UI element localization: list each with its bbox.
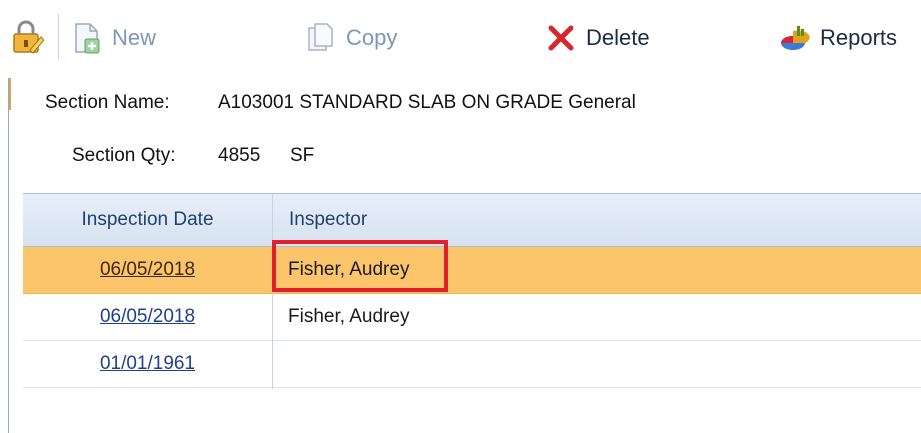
inspection-date-link[interactable]: 06/05/2018 <box>100 306 195 328</box>
copy-label: Copy <box>346 25 398 50</box>
reports-chart-icon <box>781 26 810 50</box>
inspector-cell[interactable] <box>273 341 888 387</box>
table-row[interactable]: 01/01/1961 <box>23 341 921 388</box>
new-document-icon <box>75 23 100 54</box>
edit-lock-button[interactable] <box>10 18 44 58</box>
highlight-annotation <box>272 240 448 292</box>
delete-x-icon <box>548 25 574 51</box>
delete-button[interactable]: Delete <box>546 18 650 58</box>
section-name-value: A103001 STANDARD SLAB ON GRADE General <box>218 92 636 113</box>
inspections-grid: Inspection Date Inspector 06/05/2018 Fis… <box>23 193 921 389</box>
reports-label: Reports <box>820 25 898 50</box>
delete-label: Delete <box>586 25 650 50</box>
inspection-date-link[interactable]: 06/05/2018 <box>100 259 195 281</box>
inspection-date-link[interactable]: 01/01/1961 <box>100 353 195 375</box>
reports-button[interactable]: Reports <box>778 18 897 58</box>
toolbar-separator <box>58 14 59 60</box>
table-row[interactable]: 06/05/2018 Fisher, Audrey <box>23 247 921 294</box>
section-qty-label: Section Qty: <box>72 145 176 166</box>
new-button[interactable]: New <box>72 18 156 58</box>
table-row[interactable]: 06/05/2018 Fisher, Audrey <box>23 294 921 341</box>
section-qty-value: 4855 <box>218 145 261 166</box>
header-inspector[interactable]: Inspector <box>289 194 367 246</box>
copy-icon <box>308 23 333 51</box>
header-inspection-date[interactable]: Inspection Date <box>23 194 272 246</box>
toolbar: New Copy Delete Reports <box>0 0 921 78</box>
grid-header: Inspection Date Inspector <box>23 194 921 247</box>
lock-pencil-icon <box>13 20 44 54</box>
inspector-cell[interactable]: Fisher, Audrey <box>273 294 888 340</box>
section-qty-unit: SF <box>290 145 315 166</box>
copy-button[interactable]: Copy <box>306 18 397 58</box>
new-label: New <box>112 25 157 50</box>
section-name-label: Section Name: <box>45 92 170 113</box>
